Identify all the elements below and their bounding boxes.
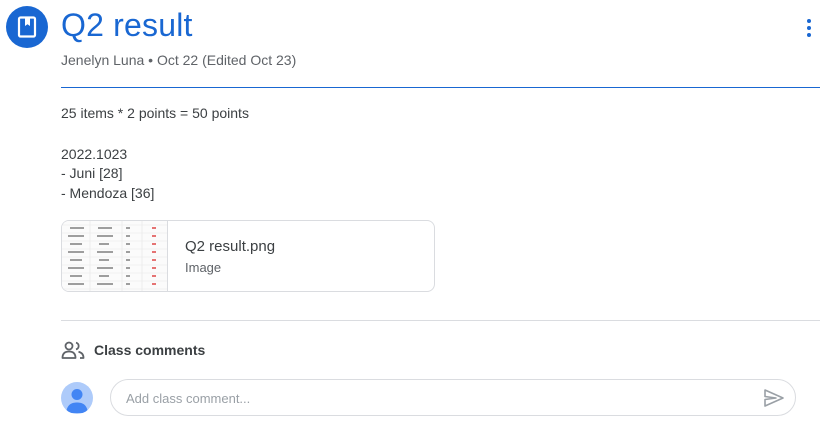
page-title: Q2 result	[61, 7, 193, 43]
post-meta: Jenelyn Luna • Oct 22 (Edited Oct 23)	[61, 52, 297, 68]
more-vert-icon-dot	[807, 26, 811, 30]
class-comments-header: Class comments	[61, 340, 205, 360]
post-body-line: 25 items * 2 points = 50 points	[61, 105, 249, 121]
post-body-line: - Juni [28]	[61, 165, 123, 181]
assignment-book-icon	[17, 16, 37, 38]
people-icon	[61, 341, 85, 359]
attachment-name: Q2 result.png	[185, 238, 276, 255]
header-divider	[61, 87, 820, 88]
section-divider	[61, 320, 820, 321]
spreadsheet-thumbnail-image	[62, 221, 167, 291]
avatar	[61, 382, 93, 414]
class-comment-input[interactable]	[126, 388, 746, 408]
send-icon[interactable]	[763, 388, 785, 408]
post-body-line: - Mendoza [36]	[61, 185, 155, 201]
more-vert-icon-dot	[807, 33, 811, 37]
class-comment-field[interactable]	[110, 379, 796, 416]
post-body-line: 2022.1023	[61, 146, 128, 162]
attachment-card[interactable]: Q2 result.png Image	[61, 220, 435, 292]
class-comments-label: Class comments	[94, 342, 206, 358]
attachment-thumbnail	[62, 221, 168, 291]
account-avatar-icon	[66, 389, 88, 413]
attachment-type: Image	[185, 260, 222, 275]
post-icon	[6, 6, 48, 48]
more-options-button[interactable]	[800, 16, 818, 40]
more-vert-icon-dot	[807, 19, 811, 23]
